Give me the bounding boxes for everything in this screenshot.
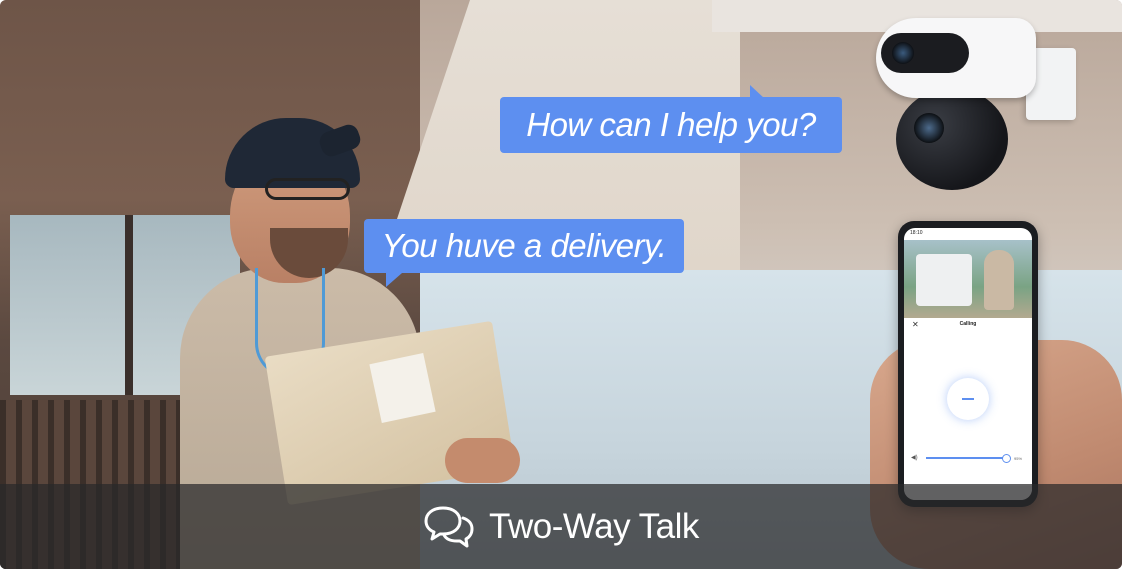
speech-bubble-person: You huve a delivery.: [364, 219, 684, 287]
caption-bar: Two-Way Talk: [0, 484, 1122, 569]
caption-content: Two-Way Talk: [423, 484, 699, 569]
smartphone: 18:10 Calling ✕ ◀) 95%: [898, 221, 1038, 507]
volume-slider-handle[interactable]: [1002, 454, 1011, 463]
video-person: [984, 250, 1014, 310]
volume-icon: ◀): [911, 455, 918, 461]
speech-bubbles-icon: [424, 506, 474, 547]
two-way-talk-banner: How can I help you? You huve a delivery.…: [0, 0, 1122, 569]
volume-value: 95%: [1014, 456, 1023, 461]
phone-screen: 18:10 Calling ✕ ◀) 95%: [904, 228, 1032, 500]
video-van: [916, 254, 972, 306]
security-camera: [876, 18, 1076, 190]
phone-talk-button[interactable]: [947, 378, 989, 420]
waveform-icon: [962, 398, 974, 400]
window-frame: [125, 215, 133, 395]
phone-close-icon[interactable]: ✕: [912, 320, 919, 329]
person-glasses: [265, 178, 350, 200]
volume-slider[interactable]: [926, 457, 1006, 459]
phone-live-video: [904, 240, 1032, 318]
speech-bubble-camera: How can I help you?: [500, 85, 842, 153]
camera-lens-upper: [892, 42, 914, 64]
phone-call-title: Calling: [959, 321, 977, 327]
person-hand: [445, 438, 520, 483]
phone-status-time: 18:10: [910, 230, 923, 236]
camera-pan-tilt-head: [896, 88, 1008, 190]
camera-lens-lower: [914, 113, 944, 143]
caption-text: Two-Way Talk: [489, 506, 699, 546]
